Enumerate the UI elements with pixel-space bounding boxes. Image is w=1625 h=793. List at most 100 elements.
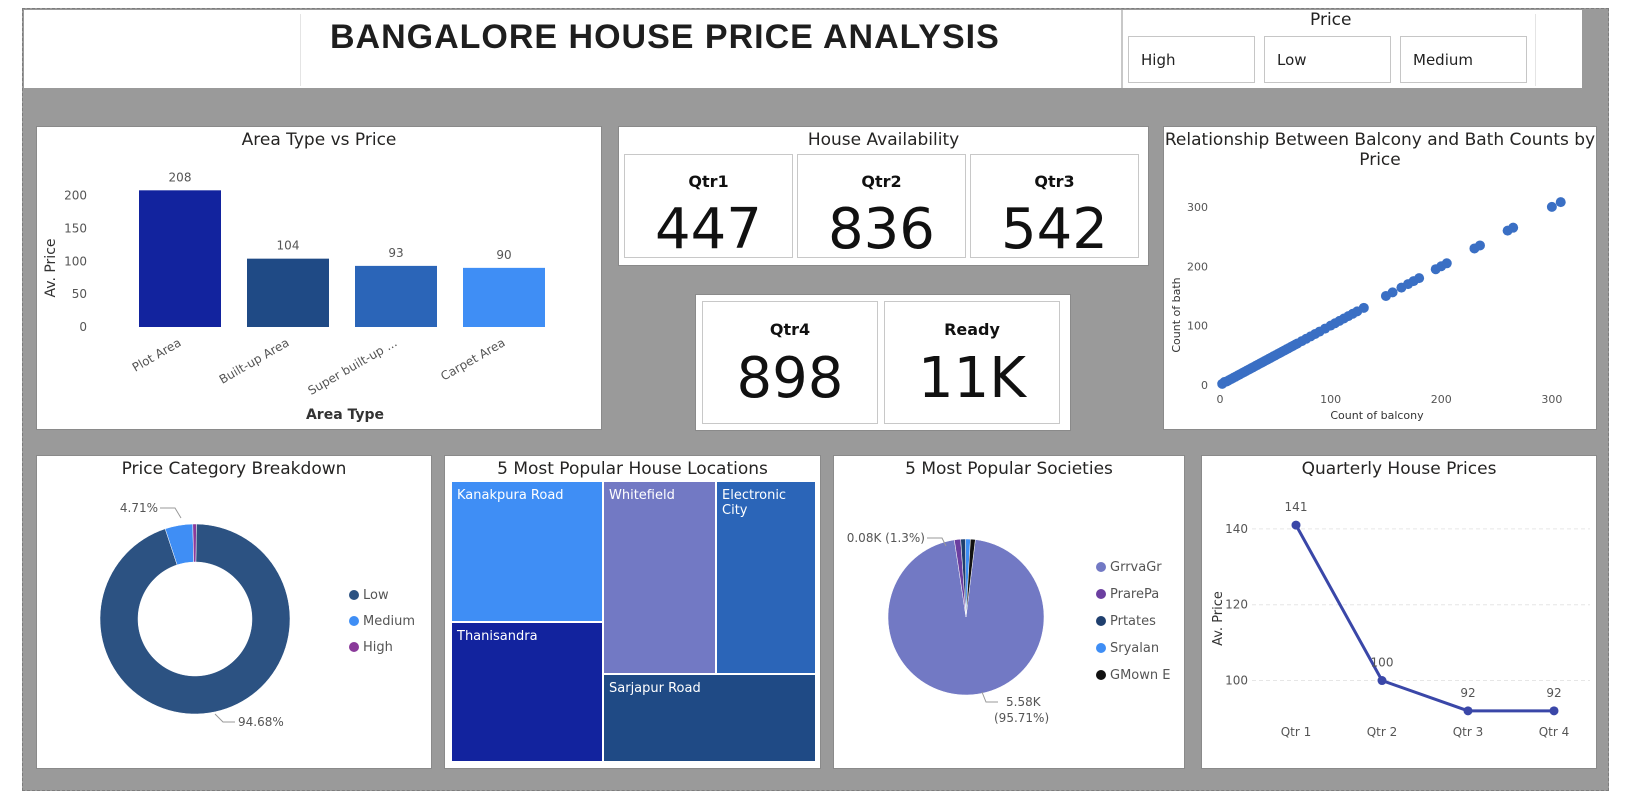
kpi-qtr4: Qtr4 898	[702, 301, 878, 424]
line-series	[1294, 524, 1554, 713]
bar-x-axis-label: Area Type	[306, 407, 384, 423]
line-x-tick-label: Qtr 3	[1453, 725, 1484, 739]
area-type-chart-card[interactable]: Area Type vs Price 0 50 100 150 200 Av. Price…	[36, 126, 602, 430]
house-availability-card-2: Qtr4 898 Ready 11K	[695, 294, 1071, 431]
scatter-point	[1555, 197, 1566, 208]
kpi-qtr2-value: 836	[828, 197, 935, 262]
scatter-y-tick-label: 100	[1187, 320, 1208, 333]
price-category-card[interactable]: Price Category Breakdown 4.71% 94.68% Low…	[36, 455, 432, 769]
area-type-bar-chart: 0 50 100 150 200 Av. Price 208 Plot Area 104 Buil…	[43, 170, 545, 423]
line-data-label: 141	[1285, 500, 1308, 514]
pie-legend-item[interactable]: GrrvaGr	[1096, 560, 1162, 575]
kpi-qtr2: Qtr2 836	[797, 154, 966, 262]
bar-y-tick-label: 200	[64, 189, 87, 203]
donut-leader-line	[214, 713, 235, 723]
bar-3	[355, 265, 437, 327]
kpi-qtr3: Qtr3 542	[970, 154, 1139, 262]
legend-marker	[1096, 616, 1106, 626]
price-slicer-title: Price	[1310, 10, 1352, 30]
bar-1	[139, 190, 221, 327]
line-data-label: 92	[1460, 686, 1475, 700]
kpi-qtr3-label: Qtr3	[1034, 172, 1075, 191]
legend-marker	[1096, 562, 1106, 572]
legend-marker	[1096, 589, 1106, 599]
scatter-y-axis-label: Count of bath	[1170, 277, 1183, 352]
scatter-point	[1358, 302, 1369, 313]
popular-societies-pie-chart: 0.08K (1.3%) 5.58K (95.71%)	[847, 531, 1049, 725]
line-x-tick-label: Qtr 4	[1539, 725, 1570, 739]
pie-legend-item[interactable]: Sryalan	[1096, 641, 1159, 656]
donut-data-label-low: 94.68%	[238, 715, 284, 729]
legend-label: Prtates	[1110, 614, 1156, 629]
bar-y-tick-label: 100	[64, 254, 87, 268]
scatter-y-tick-label: 300	[1187, 201, 1208, 214]
treemap-cell-sarjapur-road[interactable]: Sarjapur Road	[603, 674, 816, 762]
scatter-point	[1546, 201, 1557, 212]
treemap-cell-electronic-city[interactable]: Electronic City	[716, 481, 816, 674]
scatter-x-tick-label: 200	[1431, 393, 1452, 406]
kpi-qtr4-label: Qtr4	[769, 320, 811, 339]
bar-y-axis-label: Av. Price	[43, 238, 59, 297]
line-point	[1549, 706, 1559, 716]
bar-x-tick-label: Super built-up ...	[306, 335, 400, 397]
donut-legend-item[interactable]: Low	[349, 588, 389, 603]
kpi-ready: Ready 11K	[884, 301, 1060, 424]
legend-label: High	[363, 640, 393, 655]
line-point	[1377, 676, 1387, 686]
legend-marker	[349, 642, 359, 652]
donut-legend-item[interactable]: Medium	[349, 614, 415, 629]
donut-data-label-medium: 4.71%	[120, 501, 158, 515]
house-availability-title: House Availability	[807, 130, 960, 150]
bar-data-label: 208	[169, 170, 192, 184]
quarterly-prices-card[interactable]: Quarterly House Prices 100 120 140 Av. Pric…	[1201, 455, 1597, 769]
legend-label: PrarePa	[1110, 587, 1160, 602]
kpi-qtr4-value: 898	[736, 346, 844, 411]
legend-label: Medium	[363, 614, 415, 629]
pie-legend-item[interactable]: PrarePa	[1096, 587, 1159, 602]
donut-legend-item[interactable]: High	[349, 640, 393, 655]
pie-data-label-small: 0.08K (1.3%)	[847, 531, 925, 545]
line-x-tick-label: Qtr 2	[1367, 725, 1398, 739]
pie-legend-item[interactable]: Prtates	[1096, 614, 1156, 629]
scatter-point	[1508, 222, 1519, 233]
scatter-point	[1414, 273, 1425, 284]
bar-y-tick-label: 0	[79, 320, 87, 334]
pie-leader-line	[981, 691, 998, 703]
legend-marker	[1096, 670, 1106, 680]
scatter-x-axis-label: Count of balcony	[1330, 409, 1424, 422]
treemap-cell-thanisandra[interactable]: Thanisandra	[451, 622, 603, 762]
kpi-qtr2-label: Qtr2	[861, 172, 902, 191]
line-y-tick-label: 120	[1225, 598, 1248, 612]
report-canvas: BANGALORE HOUSE PRICE ANALYSIS Price Hig…	[0, 0, 1625, 793]
kpi-qtr3-value: 542	[1001, 197, 1108, 262]
balcony-bath-scatter-card[interactable]: Relationship Between Balcony and Bath Co…	[1163, 126, 1597, 430]
scatter-x-tick-label: 100	[1320, 393, 1341, 406]
slicer-option-high[interactable]: High	[1128, 36, 1255, 83]
price-category-donut-chart: 4.71% 94.68%	[99, 501, 291, 729]
bar-x-tick-label: Carpet Area	[438, 335, 507, 383]
line-y-tick-label: 140	[1225, 522, 1248, 536]
bar-data-label: 90	[496, 248, 511, 262]
treemap-cell-whitefield[interactable]: Whitefield	[603, 481, 716, 674]
bar-x-tick-label: Plot Area	[130, 335, 184, 374]
popular-locations-card[interactable]: 5 Most Popular House Locations Kanakpura…	[444, 455, 821, 769]
pie-data-label-large: 5.58K	[1006, 695, 1042, 709]
pie-legend-item[interactable]: GMown E	[1096, 668, 1170, 683]
slicer-option-medium[interactable]: Medium	[1400, 36, 1527, 83]
house-availability-card: House Availability Qtr1 447 Qtr2 836 Qtr…	[618, 126, 1149, 266]
header-divider	[300, 14, 301, 86]
legend-marker	[349, 616, 359, 626]
slicer-option-low[interactable]: Low	[1264, 36, 1391, 83]
bar-data-label: 104	[277, 239, 300, 253]
popular-societies-card[interactable]: 5 Most Popular Societies 0.08K (1.3%) 5.5…	[833, 455, 1185, 769]
legend-label: GMown E	[1110, 668, 1171, 683]
legend-label: Low	[363, 588, 389, 603]
line-data-label: 92	[1546, 686, 1561, 700]
legend-label: GrrvaGr	[1110, 560, 1162, 575]
treemap-cell-kanakpura-road[interactable]: Kanakpura Road	[451, 481, 603, 622]
legend-label: Sryalan	[1110, 641, 1160, 656]
line-point	[1463, 706, 1473, 716]
line-y-tick-label: 100	[1225, 674, 1248, 688]
scatter-point	[1474, 240, 1485, 251]
header-divider	[1535, 14, 1536, 86]
